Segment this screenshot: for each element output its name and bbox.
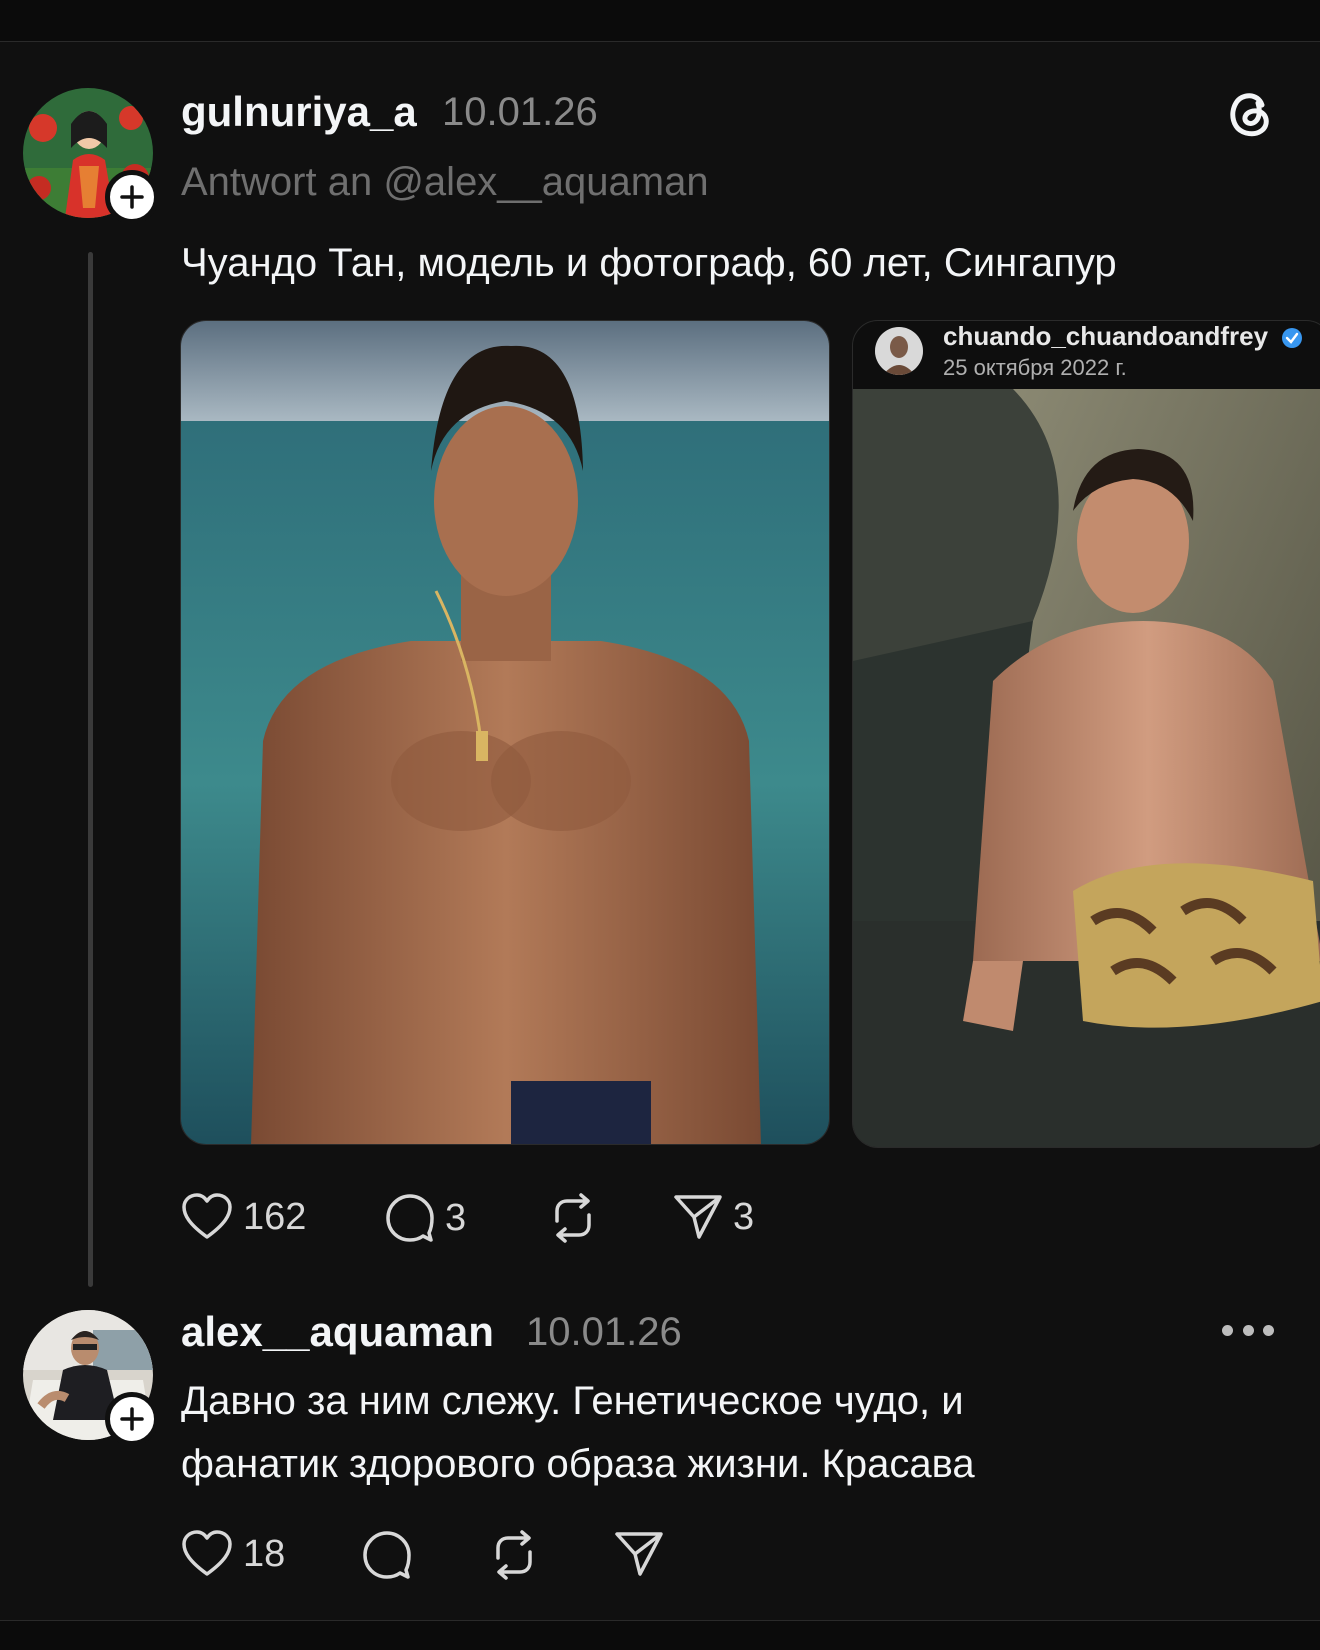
reply-author-username[interactable]: alex__aquaman — [181, 1308, 494, 1356]
verified-badge-icon — [1282, 328, 1303, 349]
reply-like-count: 18 — [243, 1532, 286, 1575]
comment-icon — [363, 1531, 411, 1579]
reply-date: 10.01.26 — [526, 1310, 682, 1354]
bottom-bar — [0, 1620, 1320, 1650]
comment-count: 3 — [445, 1196, 467, 1239]
embed-date: 25 октября 2022 г. — [943, 355, 1127, 380]
post-photo-2[interactable]: chuando_chuandoandfrey 25 октября 2022 г… — [852, 320, 1320, 1148]
heart-icon — [182, 1193, 232, 1239]
embed-username: chuando_chuandoandfrey — [943, 321, 1269, 351]
heart-icon — [182, 1530, 232, 1576]
repost-icon — [496, 1530, 532, 1580]
repost-button[interactable] — [547, 1193, 599, 1243]
post-date: 10.01.26 — [442, 90, 598, 134]
threads-logo-icon[interactable] — [1222, 85, 1278, 141]
comment-button[interactable]: 3 — [385, 1193, 466, 1243]
embed-avatar — [875, 327, 923, 375]
post-photo-1[interactable] — [180, 320, 830, 1145]
reply-text-line-2: фанатик здорового образа жизни. Красава — [181, 1442, 975, 1486]
reply-share-button[interactable] — [614, 1530, 664, 1578]
post-text: Чуандо Тан, модель и фотограф, 60 лет, С… — [181, 241, 1117, 285]
plus-icon — [120, 185, 144, 209]
reply-to-label[interactable]: Antwort an @alex__aquaman — [181, 160, 709, 205]
post-author-username[interactable]: gulnuriya_a — [181, 88, 417, 136]
more-dot — [1242, 1324, 1254, 1336]
share-count: 3 — [733, 1195, 755, 1238]
more-dot — [1263, 1324, 1274, 1336]
reply-text-line-1: Давно за ним слежу. Генетическое чудо, и — [181, 1379, 964, 1423]
top-bar — [0, 0, 1320, 42]
reply-repost-button[interactable] — [488, 1530, 540, 1580]
plus-icon — [120, 1407, 144, 1431]
follow-button-alex[interactable] — [105, 1392, 159, 1446]
reply-comment-button[interactable] — [362, 1530, 412, 1580]
like-button[interactable]: 162 — [181, 1193, 306, 1241]
thread-connector-line — [88, 252, 93, 1287]
send-icon — [615, 1532, 663, 1576]
follow-button-gulnuriya[interactable] — [105, 170, 159, 224]
repost-icon — [555, 1193, 591, 1243]
share-button[interactable]: 3 — [673, 1193, 754, 1241]
embed-header: chuando_chuandoandfrey 25 октября 2022 г… — [853, 321, 1320, 389]
send-icon — [674, 1195, 722, 1239]
more-icon[interactable] — [1222, 1312, 1274, 1348]
like-count: 162 — [243, 1195, 307, 1238]
comment-icon — [386, 1194, 434, 1242]
reply-like-button[interactable]: 18 — [181, 1530, 285, 1578]
more-dot — [1222, 1324, 1233, 1336]
